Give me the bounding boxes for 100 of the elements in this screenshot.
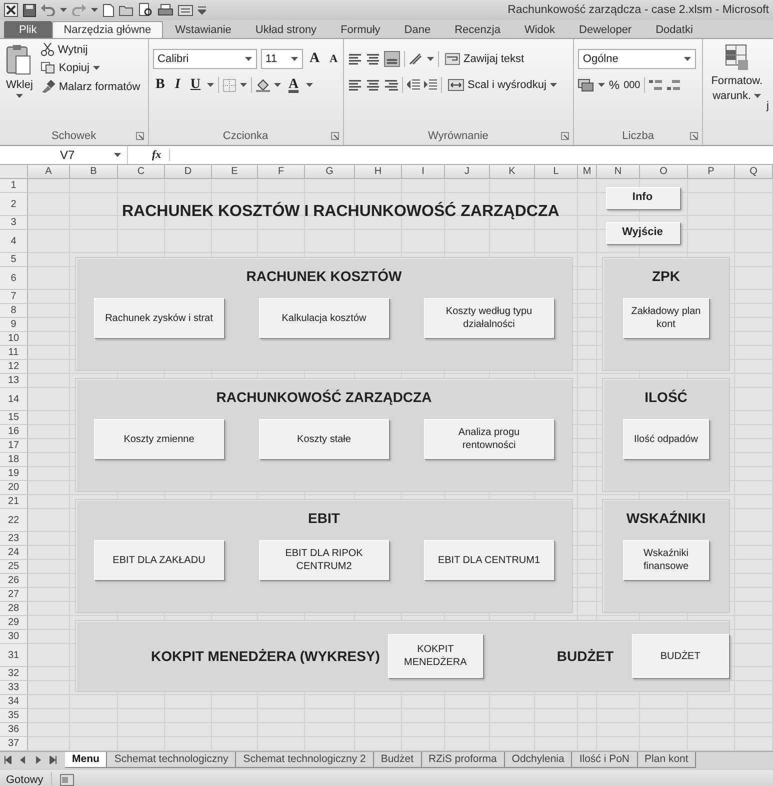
caret-icon[interactable] (114, 153, 121, 157)
row-header[interactable]: 7 (0, 290, 28, 304)
name-box[interactable]: V7 (0, 146, 128, 164)
row-header[interactable]: 13 (0, 374, 28, 388)
scissors-icon[interactable] (40, 43, 54, 56)
currency-icon[interactable] (578, 78, 594, 92)
row-header[interactable]: 1 (0, 179, 28, 193)
caret-icon[interactable] (207, 83, 214, 87)
dialog-launcher-icon[interactable] (136, 132, 144, 140)
align-middle-icon[interactable] (366, 53, 380, 65)
macro-button[interactable]: Koszty stałe (259, 419, 389, 459)
column-header[interactable]: D (165, 165, 212, 179)
ribbon-tab[interactable]: Dodatki (644, 21, 705, 38)
brush-icon[interactable] (40, 80, 55, 93)
last-sheet-icon[interactable] (49, 756, 57, 764)
sheet-tab[interactable]: Odchylenia (504, 752, 572, 768)
shrink-font-button[interactable]: A (326, 53, 341, 65)
macro-button[interactable]: Ilość odpadów (623, 419, 709, 459)
customize-menu-icon[interactable] (198, 5, 206, 15)
column-header[interactable]: L (535, 165, 578, 179)
caret-icon[interactable] (240, 83, 248, 87)
row-header[interactable]: 16 (0, 425, 28, 439)
row-header[interactable]: 36 (0, 723, 28, 737)
percent-button[interactable]: % (608, 78, 620, 92)
column-header[interactable]: O (640, 165, 688, 179)
row-header[interactable]: 14 (0, 388, 28, 411)
column-header[interactable]: I (402, 165, 445, 179)
macro-button[interactable]: Kalkulacja kosztów (259, 298, 389, 338)
row-header[interactable]: 3 (0, 216, 28, 230)
row-header[interactable]: 25 (0, 560, 28, 574)
row-header[interactable]: 22 (0, 509, 28, 532)
row-header[interactable]: 18 (0, 453, 28, 467)
macro-button[interactable]: KOKPIT MENEDŻERA (388, 634, 483, 678)
macro-button[interactable]: Rachunek zysków i strat (94, 298, 224, 338)
wrap-text-button[interactable]: Zawijaj tekst (442, 52, 526, 66)
merge-center-button[interactable]: Scal i wyśrodkuj (446, 78, 560, 92)
previous-sheet-icon[interactable] (19, 756, 27, 764)
ribbon-tab[interactable]: Deweloper (567, 21, 644, 38)
macro-button[interactable]: BUDŻET (632, 634, 729, 678)
increase-decimal-icon[interactable] (649, 79, 664, 91)
row-header[interactable]: 17 (0, 439, 28, 453)
thousands-button[interactable]: 000 (624, 80, 640, 90)
sheet-tab[interactable]: Menu (65, 752, 108, 768)
align-left-icon[interactable] (348, 79, 362, 91)
column-header[interactable]: G (305, 165, 355, 179)
column-header[interactable]: A (28, 165, 70, 179)
row-header[interactable]: 24 (0, 546, 28, 560)
column-header[interactable]: B (70, 165, 118, 179)
spreadsheet-logo-icon[interactable] (4, 3, 18, 17)
printer-icon[interactable] (158, 4, 173, 16)
macro-button[interactable]: EBIT DLA CENTRUM1 (424, 540, 554, 580)
row-header[interactable]: 11 (0, 346, 28, 360)
macro-button[interactable]: EBIT DLA RIPOK CENTRUM2 (259, 540, 389, 580)
decrease-decimal-icon[interactable] (667, 79, 682, 91)
ribbon-tab[interactable]: Narzędzia główne (52, 21, 164, 38)
column-header[interactable]: M (578, 165, 597, 179)
italic-button[interactable]: I (172, 77, 184, 93)
align-right-icon[interactable] (384, 79, 398, 91)
caret-icon[interactable] (290, 57, 298, 61)
align-top-icon[interactable] (348, 53, 362, 65)
caret-icon[interactable] (306, 83, 313, 87)
bold-button[interactable]: B (152, 77, 168, 93)
increase-indent-icon[interactable] (424, 79, 437, 91)
sheet-tab[interactable]: Schemat technologiczny 2 (236, 752, 374, 768)
align-center-icon[interactable] (366, 79, 380, 91)
paste-button[interactable]: Wklej (4, 42, 35, 127)
decrease-indent-icon[interactable] (406, 79, 420, 91)
cut-button[interactable]: Wytnij (38, 42, 142, 57)
number-format-field[interactable]: Ogólne (578, 49, 696, 69)
sheet-tab[interactable]: RZiS proforma (422, 752, 505, 768)
column-header[interactable]: N (597, 165, 640, 179)
grow-font-button[interactable]: A (306, 51, 323, 67)
caret-icon[interactable] (598, 83, 605, 87)
macro-button[interactable]: Zakładowy plan kont (623, 298, 709, 338)
copy-button[interactable]: Kopiuj (38, 61, 142, 75)
macro-button[interactable]: Wskaźniki finansowe (623, 540, 709, 580)
row-header[interactable]: 15 (0, 411, 28, 425)
ribbon-tab[interactable]: Wstawianie (163, 21, 244, 38)
ribbon-tab[interactable]: Układ strony (243, 21, 329, 38)
row-header[interactable]: 19 (0, 467, 28, 481)
dialog-launcher-icon[interactable] (330, 132, 339, 140)
row-header[interactable]: 21 (0, 495, 28, 509)
caret-icon[interactable] (60, 8, 67, 12)
row-header[interactable]: 28 (0, 602, 28, 616)
row-header[interactable]: 20 (0, 481, 28, 495)
row-header[interactable]: 37 (0, 737, 28, 751)
row-header[interactable]: 12 (0, 360, 28, 374)
caret-icon[interactable] (274, 83, 282, 87)
dialog-launcher-icon[interactable] (560, 132, 569, 140)
row-header[interactable]: 23 (0, 532, 28, 546)
macro-record-icon[interactable] (60, 774, 74, 786)
column-header[interactable]: E (212, 165, 258, 179)
clipboard-icon[interactable] (6, 44, 32, 76)
caret-icon[interactable] (684, 57, 691, 61)
macro-button[interactable]: Analiza progu rentowności (424, 419, 554, 459)
row-header[interactable]: 33 (0, 681, 28, 695)
underline-button[interactable]: U (187, 77, 204, 93)
row-header[interactable]: 34 (0, 695, 28, 709)
macro-button[interactable]: Wyjście (606, 222, 680, 244)
table-format-icon[interactable] (724, 44, 749, 72)
